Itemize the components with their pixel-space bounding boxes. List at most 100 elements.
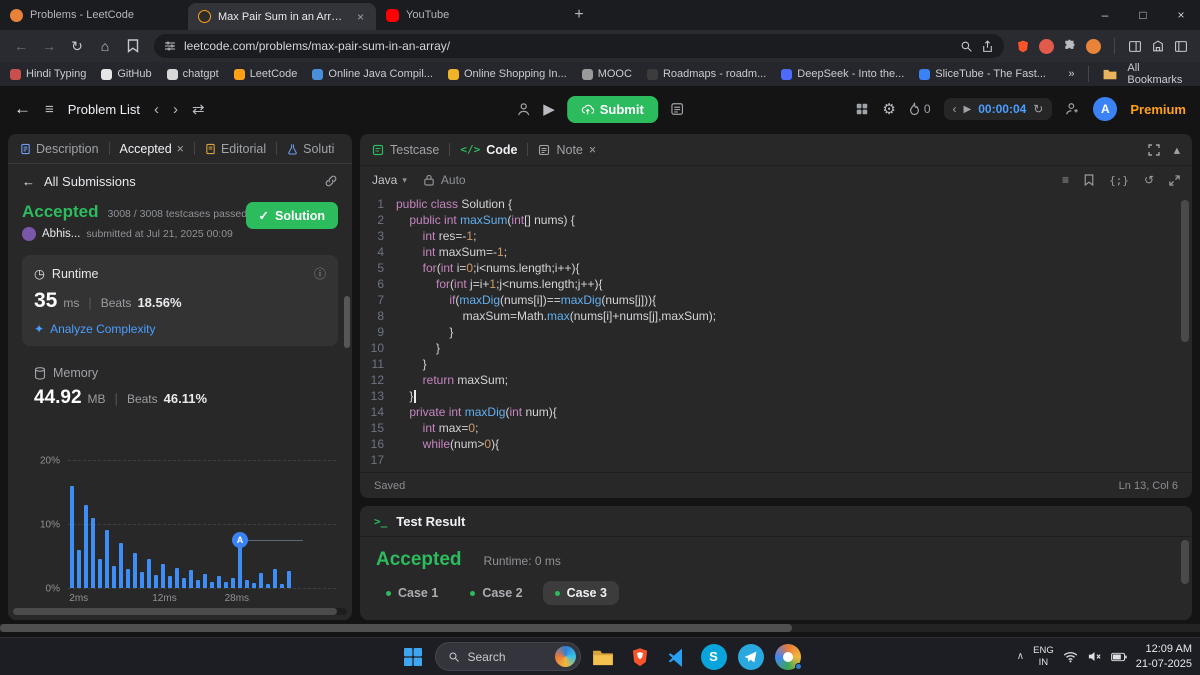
prev-problem-icon[interactable]: ‹	[154, 101, 159, 118]
settings-gear-icon[interactable]: ⚙	[882, 100, 895, 118]
back-arrow-icon[interactable]: ←	[22, 174, 35, 189]
more-bookmarks-icon[interactable]: »	[1068, 68, 1074, 80]
submit-button[interactable]: Submit	[566, 95, 658, 123]
layout-icon[interactable]	[855, 102, 869, 116]
language-selector[interactable]: Java ▾	[372, 173, 407, 187]
code-lines[interactable]: public class Solution { public int maxSu…	[396, 196, 716, 470]
browser-tab-youtube[interactable]: YouTube	[376, 0, 564, 30]
code-line[interactable]: if(maxDig(nums[i])==maxDig(nums[j])){	[396, 292, 716, 308]
file-explorer-icon[interactable]	[588, 642, 618, 672]
tab-note[interactable]: Note ×	[538, 143, 596, 157]
adblock-icon[interactable]	[1039, 38, 1054, 54]
tab-description[interactable]: Description	[18, 142, 101, 156]
bookmarks-panel-icon[interactable]	[120, 34, 146, 58]
split-view-icon[interactable]	[1128, 40, 1142, 53]
user-avatar[interactable]: A	[1093, 97, 1118, 121]
code-line[interactable]: }	[396, 340, 716, 356]
taskbar-search[interactable]: Search	[434, 642, 581, 671]
chart-bar[interactable]	[259, 572, 263, 588]
expand-editor-icon[interactable]	[1169, 174, 1180, 186]
tab-solutions[interactable]: Soluti	[285, 142, 336, 156]
chart-bar[interactable]	[196, 580, 200, 588]
code-line[interactable]: int maxSum=-1;	[396, 244, 716, 260]
random-problem-icon[interactable]: ⇄	[192, 100, 205, 118]
address-bar[interactable]: leetcode.com/problems/max-pair-sum-in-an…	[154, 34, 1004, 58]
case-tab[interactable]: Case 3	[542, 581, 619, 605]
window-maximize-button[interactable]: □	[1124, 0, 1162, 30]
auto-label[interactable]: Auto	[441, 173, 466, 187]
code-line[interactable]: }	[396, 388, 716, 404]
bookmark-item[interactable]: LeetCode	[233, 68, 297, 80]
sidebar-toggle-icon[interactable]	[1174, 40, 1188, 53]
undo-icon[interactable]: ↺	[1144, 173, 1154, 187]
code-line[interactable]: for(int j=i+1;j<nums.length;j++){	[396, 276, 716, 292]
solution-button[interactable]: ✓ Solution	[245, 202, 338, 229]
next-problem-icon[interactable]: ›	[173, 101, 178, 118]
analyze-complexity-link[interactable]: ✦ Analyze Complexity	[34, 322, 326, 336]
skype-icon[interactable]: S	[699, 642, 729, 672]
browser-tab-problems[interactable]: Problems - LeetCode	[0, 0, 188, 30]
copy-link-icon[interactable]	[324, 174, 338, 188]
chart-bar[interactable]	[182, 578, 186, 588]
chart-bar[interactable]	[161, 563, 165, 588]
window-minimize-button[interactable]: –	[1086, 0, 1124, 30]
brave-wallet-icon[interactable]	[1086, 38, 1101, 54]
chart-bar[interactable]	[273, 568, 277, 588]
chart-bar[interactable]	[126, 568, 130, 588]
bookmark-item[interactable]: Roadmaps - roadm...	[646, 68, 766, 80]
chart-bar[interactable]	[91, 517, 95, 588]
invite-user-icon[interactable]	[1065, 102, 1080, 116]
chart-bar[interactable]	[189, 570, 193, 588]
code-line[interactable]: return maxSum;	[396, 372, 716, 388]
test-panel-scrollbar[interactable]	[1181, 540, 1189, 584]
chart-bar[interactable]	[140, 572, 144, 588]
code-line[interactable]: }	[396, 356, 716, 372]
code-line[interactable]	[396, 452, 716, 468]
bookmark-item[interactable]: chatgpt	[166, 68, 219, 80]
streak-counter[interactable]: 0	[909, 102, 931, 116]
problem-list-label[interactable]: Problem List	[68, 102, 140, 117]
chart-bar[interactable]	[175, 567, 179, 588]
collapse-panel-icon[interactable]: ▴	[1174, 142, 1180, 157]
browser-tab-active[interactable]: Max Pair Sum in an Array - LeetC ×	[188, 3, 376, 30]
timer-widget[interactable]: ‹ ▶ 00:00:04 ↻	[943, 98, 1053, 120]
code-line[interactable]: for(int i=0;i<nums.length;i++){	[396, 260, 716, 276]
back-icon[interactable]: ←	[8, 34, 34, 58]
browser-app-icon[interactable]	[773, 642, 803, 672]
left-panel-vertical-scrollbar[interactable]	[344, 296, 350, 348]
debugger-icon[interactable]	[516, 102, 531, 117]
chart-bar[interactable]	[252, 582, 256, 588]
chart-bar[interactable]	[119, 543, 123, 588]
chart-bar[interactable]	[266, 583, 270, 588]
bookmark-item[interactable]: Hindi Typing	[10, 68, 86, 80]
bookmark-item[interactable]: DeepSeek - Into the...	[781, 68, 904, 80]
tab-testcase[interactable]: Testcase	[372, 143, 439, 157]
tab-close-icon[interactable]: ×	[177, 142, 184, 156]
bookmark-item[interactable]: Online Shopping In...	[447, 68, 567, 80]
extensions-puzzle-icon[interactable]	[1063, 39, 1077, 53]
taskbar-clock[interactable]: 12:09 AM 21-07-2025	[1136, 642, 1192, 671]
window-close-button[interactable]: ×	[1162, 0, 1200, 30]
share-icon[interactable]	[981, 39, 994, 53]
page-horizontal-scrollbar[interactable]	[0, 624, 1200, 632]
reload-icon[interactable]: ↻	[64, 34, 90, 58]
format-icon[interactable]: ≡	[1062, 173, 1069, 187]
code-area[interactable]: 1 2 3 4 5 6 7 8 9 10 11 12 13 14 15 16 17 public class S…	[360, 196, 1180, 470]
vertical-resize-handle[interactable]	[352, 134, 360, 620]
test-result-header[interactable]: >_ Test Result	[360, 506, 1192, 537]
home-icon[interactable]: ⌂	[92, 34, 118, 58]
wifi-icon[interactable]	[1063, 651, 1078, 663]
brave-shields-icon[interactable]	[1016, 39, 1030, 54]
tray-chevron-icon[interactable]: ∧	[1017, 651, 1024, 662]
premium-link[interactable]: Premium	[1130, 102, 1186, 117]
maximize-panel-icon[interactable]	[1148, 143, 1160, 156]
battery-icon[interactable]	[1110, 652, 1127, 662]
tab-close-icon[interactable]: ×	[355, 10, 366, 24]
telegram-icon[interactable]	[736, 642, 766, 672]
start-button[interactable]	[398, 642, 428, 672]
info-icon[interactable]: ⓘ	[314, 265, 326, 282]
brave-icon[interactable]	[625, 642, 655, 672]
notes-icon[interactable]	[670, 102, 684, 116]
wallet-panel-icon[interactable]	[1151, 39, 1165, 53]
bookmark-icon[interactable]	[1084, 174, 1094, 186]
